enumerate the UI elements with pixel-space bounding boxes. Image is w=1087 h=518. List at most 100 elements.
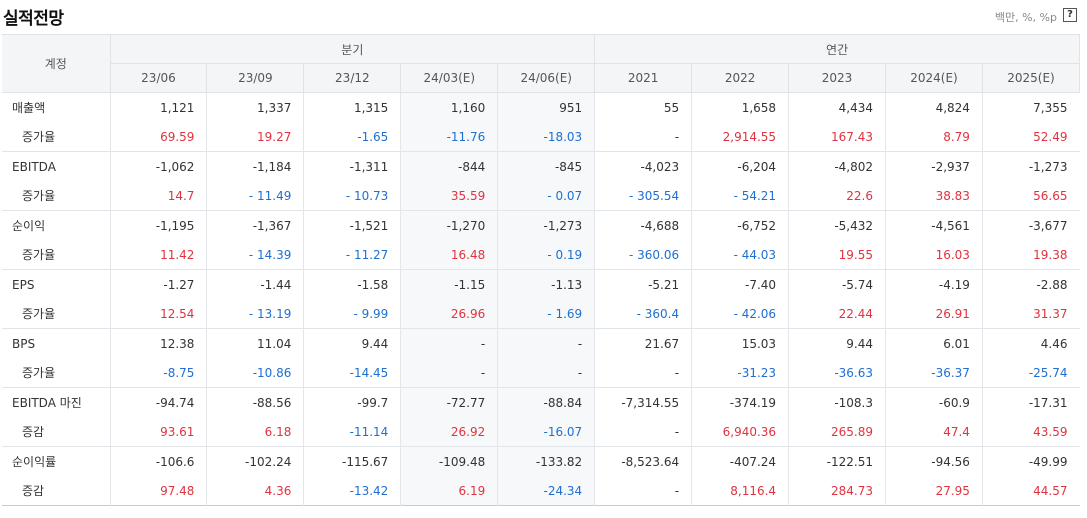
metric-row: BPS 12.38 11.04 9.44- -21.67 15.03 9.44 6.01 4.4… [2,328,1080,358]
annual-group-header: 연간 [594,34,1080,64]
value-cell: -94.56 [885,446,983,476]
value-cell: -108.3 [788,387,886,417]
value-cell: 22.44 [788,299,886,329]
value-cell: 11.04 [206,328,304,358]
value-cell: -122.51 [788,446,886,476]
value-cell: -6,204 [691,151,789,181]
value-cell: -13.42 [303,476,401,506]
value-cell: 93.61 [109,417,207,447]
value-cell: - 42.06 [691,299,789,329]
value-cell: -4,023 [594,151,692,181]
value-cell: -18.03 [497,122,595,152]
value-cell: 21.67 [594,328,692,358]
value-cell: 6,940.36 [691,417,789,447]
value-cell: -1,062 [109,151,207,181]
value-cell: - 0.07 [497,181,595,211]
value-cell: 8,116.4 [691,476,789,506]
value-cell: - 360.06 [594,240,692,270]
value-cell: 44.57 [981,476,1080,506]
metric-row: EBITDA 마진 -94.74 -88.56 -99.7 -72.77 -88.84 -7… [2,387,1080,417]
value-cell: -72.77 [400,387,498,417]
value-cell: -4,688 [594,210,692,240]
value-cell: -1,311 [303,151,401,181]
value-cell: -133.82 [497,446,595,476]
value-cell: -88.84 [497,387,595,417]
value-cell: -2,937 [885,151,983,181]
value-cell: 97.48 [109,476,207,506]
value-cell: -11.76 [400,122,498,152]
value-cell: 9.44 [788,328,886,358]
value-cell: - 0.19 [497,240,595,270]
value-cell: -4.19 [885,269,983,299]
period-header: 23/06 [109,63,208,93]
period-header: 23/09 [206,63,305,93]
period-header: 2022 [691,63,790,93]
value-cell: - 305.54 [594,181,692,211]
value-cell: - [594,476,692,506]
value-cell: - [400,328,498,358]
account-header: 계정 [2,34,111,93]
value-cell: 52.49 [981,122,1080,152]
value-cell: 55 [594,92,692,122]
value-cell: 4.46 [981,328,1080,358]
value-cell: -94.74 [109,387,207,417]
growth-label: 증감 [22,425,45,439]
value-cell: -1.15 [400,269,498,299]
value-cell: 951 [497,92,595,122]
value-cell: 11.42 [109,240,207,270]
value-cell: -36.63 [788,358,886,388]
value-cell: 14.7 [109,181,207,211]
value-cell: -24.34 [497,476,595,506]
value-cell: - 360.4 [594,299,692,329]
metric-label: 순이익 [2,210,110,240]
value-cell: 38.83 [885,181,983,211]
value-cell: 16.03 [885,240,983,270]
value-cell: -407.24 [691,446,789,476]
value-cell: -1,521 [303,210,401,240]
value-cell: -14.45 [303,358,401,388]
value-cell: -8,523.64 [594,446,692,476]
quarter-group-header: 분기 [109,34,596,64]
value-cell: -5.21 [594,269,692,299]
value-cell: -6,752 [691,210,789,240]
help-icon[interactable]: ? [1063,8,1077,22]
value-cell: -25.74 [981,358,1080,388]
value-cell: 4,824 [885,92,983,122]
value-cell: - 9.99 [303,299,401,329]
value-cell: -5.74 [788,269,886,299]
value-cell: 69.59 [109,122,207,152]
value-cell: -31.23 [691,358,789,388]
value-cell: 9.44 [303,328,401,358]
value-cell: -10.86 [206,358,304,388]
growth-label: 증감 [22,484,45,498]
growth-row: 증감 93.61 6.18 -11.14 26.92 -16.07-6,940.36 265… [2,417,1080,447]
value-cell: -115.67 [303,446,401,476]
value-cell: 19.27 [206,122,304,152]
value-cell: -1,273 [981,151,1080,181]
growth-label: 증가율 [22,130,56,144]
growth-row: 증가율 -8.75 -10.86 -14.45- - - -31.23 -36.63 -36.3… [2,358,1080,388]
value-cell: -88.56 [206,387,304,417]
value-cell: 2,914.55 [691,122,789,152]
value-cell: -4,802 [788,151,886,181]
value-cell: 47.4 [885,417,983,447]
growth-row: 증가율 12.54- 13.19- 9.99 26.96- 1.69- 360.4-… [2,299,1080,329]
value-cell: 16.48 [400,240,498,270]
metric-label: 매출액 [2,92,110,122]
value-cell: -17.31 [981,387,1080,417]
value-cell: 12.38 [109,328,207,358]
growth-label: 증가율 [22,189,56,203]
value-cell: - [594,417,692,447]
value-cell: 7,355 [981,92,1080,122]
value-cell: -8.75 [109,358,207,388]
value-cell: - 54.21 [691,181,789,211]
value-cell: 26.92 [400,417,498,447]
growth-row: 증가율 69.59 19.27 -1.65 -11.76 -18.03-2,914.55 1… [2,122,1080,152]
value-cell: -106.6 [109,446,207,476]
growth-label: 증가율 [22,366,56,380]
value-cell: -844 [400,151,498,181]
growth-row: 증가율 11.42- 14.39- 11.27 16.48- 0.19- 360.0… [2,240,1080,270]
value-cell: 12.54 [109,299,207,329]
metric-row: 순이익률 -106.6 -102.24 -115.67 -109.48 -133.82 -8… [2,446,1080,476]
value-cell: 43.59 [981,417,1080,447]
